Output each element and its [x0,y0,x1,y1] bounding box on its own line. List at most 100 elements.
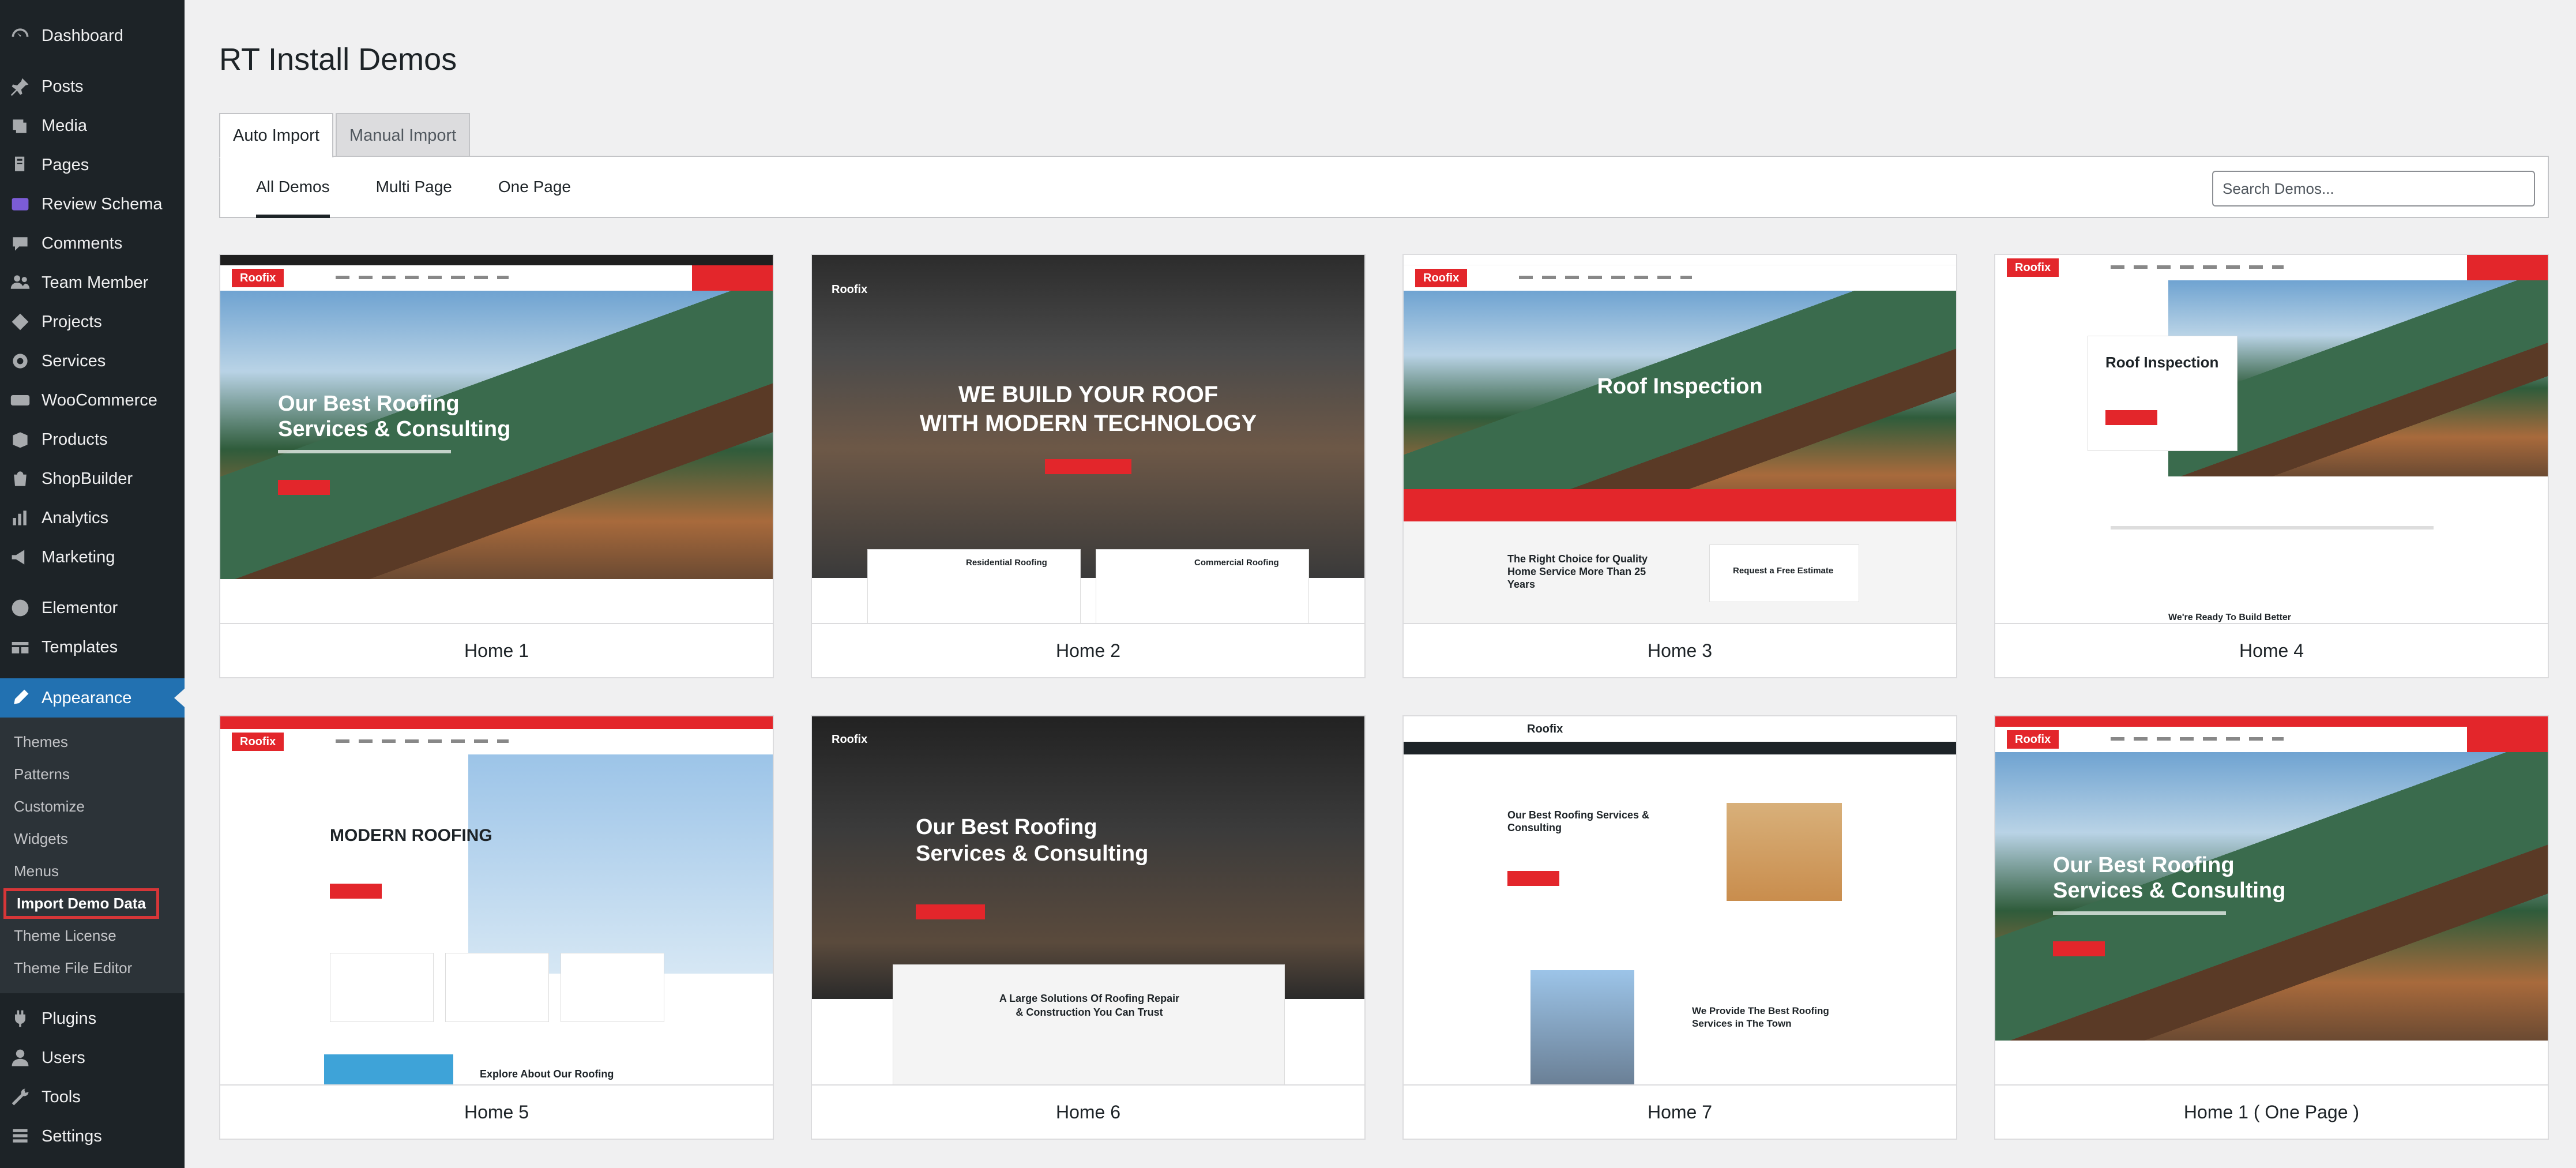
demo-thumbnail: Roofix Our Best Roofing Services & Consu… [1404,716,1956,1086]
menu-item-tools[interactable]: Tools [0,1077,185,1117]
admin-sidebar: Dashboard Posts Media Pages Review Schem… [0,0,185,1168]
demo-card-home-1-one-page[interactable]: Roofix Our Best Roofing Services & Consu… [1994,715,2549,1140]
thumb-topbar [1404,255,1956,265]
filter-all-demos[interactable]: All Demos [256,156,330,218]
search-demos-input[interactable] [2212,171,2535,206]
service-card [561,953,664,1022]
menu-item-users[interactable]: Users [0,1038,185,1077]
hero-headline: MODERN ROOFING [330,826,492,845]
demo-thumbnail: Roofix Roof Inspection The Right Choice … [1404,255,1956,624]
menu-item-templates[interactable]: Templates [0,628,185,667]
menu-label: Products [42,430,108,449]
service-card [445,953,549,1022]
menu-item-marketing[interactable]: Marketing [0,538,185,577]
thumb-nav: Roofix [1995,255,2548,280]
import-tabs: Auto Import Manual Import [219,113,471,158]
thumb-cta [692,265,773,291]
hero-button [2105,410,2157,425]
demo-card-home-6[interactable]: Roofix Our Best Roofing Services & Consu… [811,715,1366,1140]
pages-icon [8,153,32,177]
menu-item-products[interactable]: Products [0,420,185,459]
hero-button [916,904,985,919]
menu-item-comments[interactable]: Comments [0,224,185,263]
menu-label: Analytics [42,508,109,527]
demo-title: Home 4 [2239,640,2304,661]
menu-item-woocommerce[interactable]: WooCommerce [0,381,185,420]
house-illustration [1727,803,1842,901]
about-image [324,1054,453,1084]
hero-headline: Our Best Roofing [2053,853,2235,877]
hero-headline-2: WITH MODERN TECHNOLOGY [919,411,1257,436]
menu-item-dashboard[interactable]: Dashboard [0,16,185,55]
hero-button [1507,871,1559,886]
hero-button [278,480,330,495]
menu-label: Dashboard [42,26,123,45]
submenu-patterns[interactable]: Patterns [0,758,185,790]
menu-item-team-member[interactable]: Team Member [0,263,185,302]
menu-label: Tools [42,1087,81,1106]
roofix-logo: Roofix [232,733,284,751]
menu-label: WooCommerce [42,390,157,410]
roofix-logo: Roofix [1415,269,1468,287]
demo-card-home-2[interactable]: Roofix WE BUILD YOUR ROOF WITH MODERN TE… [811,254,1366,678]
demo-card-home-3[interactable]: Roofix Roof Inspection The Right Choice … [1402,254,1957,678]
hero-headline: Our Best Roofing Services & Consulting [1507,809,1650,833]
demo-card-home-1[interactable]: Roofix Our Best Roofing Services & Consu… [219,254,774,678]
menu-label: Projects [42,312,102,331]
menu-label: Templates [42,637,118,656]
menu-item-media[interactable]: Media [0,106,185,145]
section-heading: We're Ready To Build Better [2168,613,2292,622]
menu-item-analytics[interactable]: Analytics [0,498,185,538]
menu-item-elementor[interactable]: Elementor [0,588,185,628]
shopbuilder-icon [8,467,32,491]
submenu-customize[interactable]: Customize [0,790,185,823]
thumb-nav: Roofix [1404,265,1956,291]
templates-icon [8,635,32,659]
menu-item-services[interactable]: Services [0,341,185,381]
menu-item-projects[interactable]: Projects [0,302,185,341]
tools-icon [8,1085,32,1109]
demo-title: Home 1 [464,640,529,661]
demo-thumbnail: Roofix MODERN ROOFING Explore About Our … [220,716,773,1086]
users-icon [8,1046,32,1070]
tab-auto-import[interactable]: Auto Import [219,113,333,158]
thumb-nav: Roofix [220,265,773,291]
demo-card-home-7[interactable]: Roofix Our Best Roofing Services & Consu… [1402,715,1957,1140]
hero-headline: Our Best Roofing [278,392,460,416]
menu-label: Services [42,351,106,370]
demo-card-home-5[interactable]: Roofix MODERN ROOFING Explore About Our … [219,715,774,1140]
menu-item-posts[interactable]: Posts [0,67,185,106]
submenu-theme-license[interactable]: Theme License [0,919,185,952]
hero-subtext [278,450,451,453]
submenu-themes[interactable]: Themes [0,726,185,758]
roofix-logo: Roofix [2007,730,2059,749]
menu-item-appearance[interactable]: Appearance [0,678,185,718]
filter-multi-page[interactable]: Multi Page [376,156,452,218]
thumb-nav-links [1404,742,1956,754]
menu-item-pages[interactable]: Pages [0,145,185,185]
menu-item-review-schema[interactable]: Review Schema [0,185,185,224]
submenu-menus[interactable]: Menus [0,855,185,887]
service-card: Commercial Roofing [1096,549,1309,623]
service-card-title: Residential Roofing [966,558,1047,568]
thumb-nav-links [336,276,509,279]
hero-headline-2: Services & Consulting [916,842,1149,866]
page-title: RT Install Demos [219,42,457,77]
roof-photo [468,754,773,974]
analytics-icon [8,506,32,530]
menu-item-settings[interactable]: Settings [0,1117,185,1156]
hero-headline: Roof Inspection [1597,374,1763,399]
hero-headline-2: Services & Consulting [278,417,511,441]
menu-label: Pages [42,155,89,174]
menu-item-plugins[interactable]: Plugins [0,999,185,1038]
demo-card-home-4[interactable]: Roofix Roof Inspection We're Ready To Bu… [1994,254,2549,678]
thumb-cta [2467,255,2548,280]
filter-one-page[interactable]: One Page [498,156,571,218]
submenu-import-demo-data[interactable]: Import Demo Data [0,887,185,919]
roof-photo [1404,291,1956,521]
tab-manual-import[interactable]: Manual Import [335,113,471,157]
submenu-theme-file-editor[interactable]: Theme File Editor [0,952,185,984]
submenu-widgets[interactable]: Widgets [0,823,185,855]
menu-item-shopbuilder[interactable]: ShopBuilder [0,459,185,498]
thumb-nav-links [336,739,509,743]
